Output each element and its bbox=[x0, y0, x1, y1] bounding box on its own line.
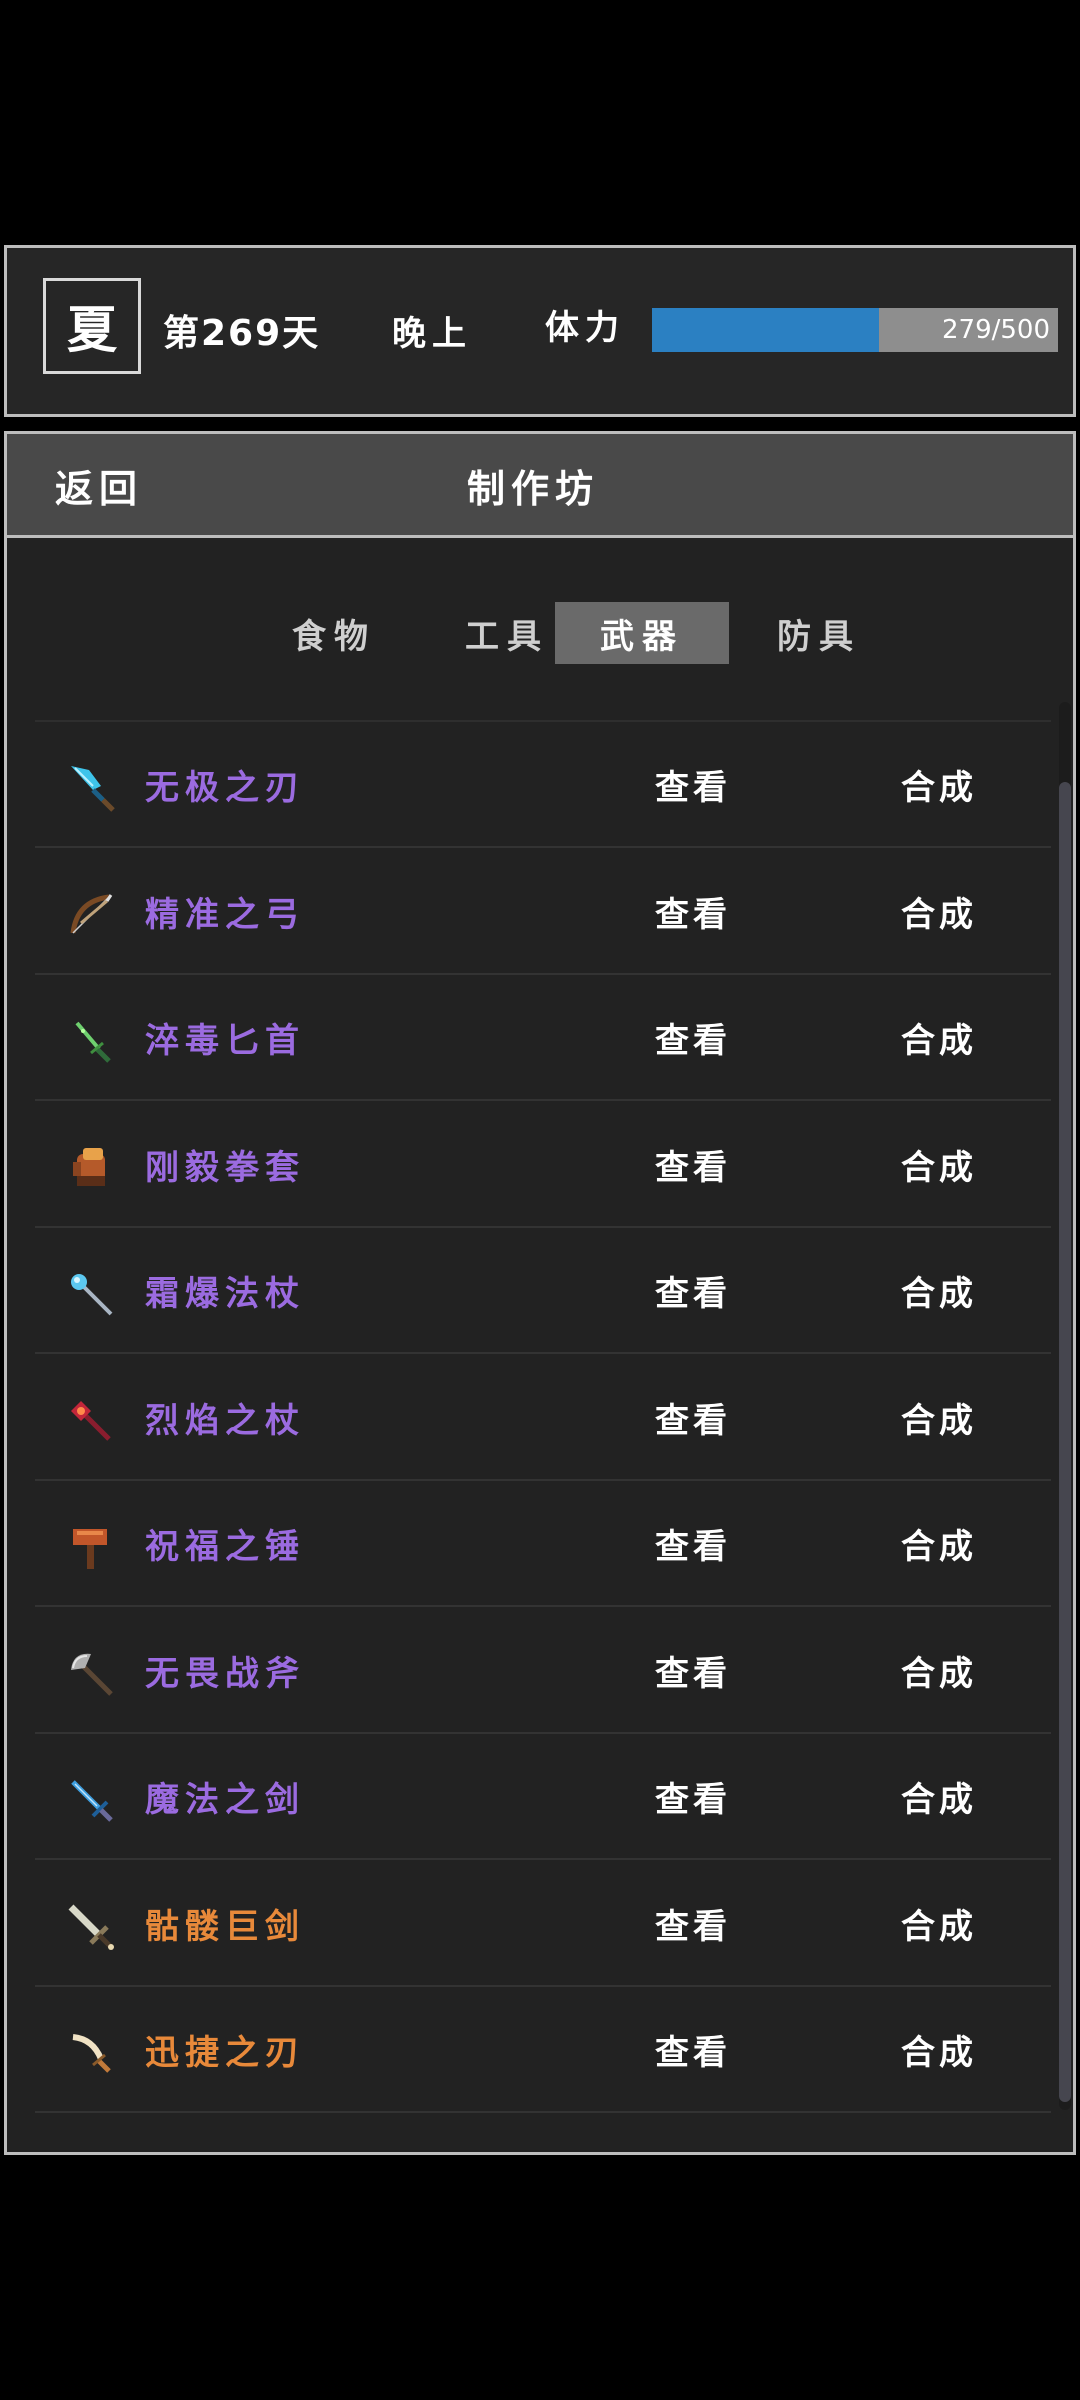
list-item: 骷髅巨剑 查看 合成 bbox=[35, 1861, 1051, 1987]
scrollbar[interactable] bbox=[1059, 702, 1071, 2110]
view-button[interactable]: 查看 bbox=[655, 1519, 731, 1568]
workshop-panel: 返回 制作坊 食物 工具 武器 防具 无极之刃 查看 合成 精准之弓 查看 合成 淬毒匕首查… bbox=[4, 431, 1076, 2155]
page-title: 制作坊 bbox=[467, 467, 600, 511]
status-panel: 夏 第269天 晚上 体力 279/500 bbox=[4, 245, 1076, 417]
workshop-header: 返回 制作坊 bbox=[7, 434, 1073, 538]
craft-button[interactable]: 合成 bbox=[901, 1140, 977, 1189]
magic-sword-icon bbox=[63, 1772, 119, 1828]
view-button[interactable]: 查看 bbox=[655, 1140, 731, 1189]
time-of-day: 晚上 bbox=[392, 314, 472, 354]
stamina-bar: 279/500 bbox=[652, 308, 1058, 352]
view-button[interactable]: 查看 bbox=[655, 2025, 731, 2074]
tab-armor[interactable]: 防具 bbox=[732, 602, 906, 664]
item-name: 骷髅巨剑 bbox=[145, 1906, 305, 1947]
craft-button[interactable]: 合成 bbox=[901, 1646, 977, 1695]
blue-blade-icon bbox=[63, 760, 119, 816]
category-tabs: 食物 工具 武器 防具 bbox=[7, 602, 1073, 664]
item-name: 烈焰之杖 bbox=[145, 1400, 305, 1441]
craft-button[interactable]: 合成 bbox=[901, 1772, 977, 1821]
view-button[interactable]: 查看 bbox=[655, 1013, 731, 1062]
stamina-value: 279/500 bbox=[941, 315, 1050, 345]
view-button[interactable]: 查看 bbox=[655, 760, 731, 809]
battle-axe-icon bbox=[63, 1646, 119, 1702]
item-name: 魔法之剑 bbox=[145, 1780, 305, 1820]
item-name: 迅捷之刃 bbox=[145, 2033, 305, 2073]
scrollbar-thumb[interactable] bbox=[1059, 782, 1071, 2102]
item-name: 无极之刃 bbox=[145, 768, 305, 808]
list-item: 无极之刃 查看 合成 bbox=[35, 722, 1051, 848]
bow-icon bbox=[63, 887, 119, 943]
stamina-label: 体力 bbox=[545, 308, 625, 348]
list-item: 精准之弓 查看 合成 bbox=[35, 849, 1051, 975]
tab-food[interactable]: 食物 bbox=[247, 602, 421, 664]
view-button[interactable]: 查看 bbox=[655, 887, 731, 936]
item-name: 霜爆法杖 bbox=[145, 1274, 305, 1314]
item-name: 淬毒匕首 bbox=[145, 1021, 305, 1061]
view-button[interactable]: 查看 bbox=[655, 1393, 731, 1442]
poison-dagger-icon bbox=[63, 1013, 119, 1069]
craft-button[interactable]: 合成 bbox=[901, 1266, 977, 1315]
list-item: 烈焰之杖 查看 合成 bbox=[35, 1355, 1051, 1481]
view-button[interactable]: 查看 bbox=[655, 1646, 731, 1695]
craft-button[interactable]: 合成 bbox=[901, 1519, 977, 1568]
stamina-bar-fill bbox=[652, 308, 879, 352]
item-name: 刚毅拳套 bbox=[145, 1147, 305, 1188]
list-item: 霜爆法杖 查看 合成 bbox=[35, 1228, 1051, 1354]
craft-button[interactable]: 合成 bbox=[901, 887, 977, 936]
flame-staff-icon bbox=[63, 1393, 119, 1449]
frost-staff-icon bbox=[63, 1266, 119, 1322]
craft-button[interactable]: 合成 bbox=[901, 760, 977, 809]
list-item: 迅捷之刃 查看 合成 bbox=[35, 1987, 1051, 2113]
list-item: 祝福之锤 查看 合成 bbox=[35, 1481, 1051, 1607]
item-name: 精准之弓 bbox=[145, 894, 305, 935]
season-indicator: 夏 bbox=[43, 278, 141, 374]
craft-button[interactable]: 合成 bbox=[901, 1899, 977, 1948]
gauntlet-icon bbox=[63, 1140, 119, 1196]
tab-weapons[interactable]: 武器 bbox=[555, 602, 729, 664]
day-counter: 第269天 bbox=[163, 313, 321, 354]
list-item: 无畏战斧 查看 合成 bbox=[35, 1608, 1051, 1734]
item-name: 祝福之锤 bbox=[145, 1527, 305, 1567]
swift-blade-icon bbox=[63, 2025, 119, 2081]
list-item: 魔法之剑 查看 合成 bbox=[35, 1734, 1051, 1860]
list-item: 刚毅拳套 查看 合成 bbox=[35, 1102, 1051, 1228]
view-button[interactable]: 查看 bbox=[655, 1772, 731, 1821]
list-item: 淬毒匕首 查看 合成 bbox=[35, 975, 1051, 1101]
view-button[interactable]: 查看 bbox=[655, 1266, 731, 1315]
back-button[interactable]: 返回 bbox=[55, 458, 143, 513]
craft-button[interactable]: 合成 bbox=[901, 1393, 977, 1442]
greatsword-icon bbox=[63, 1899, 119, 1955]
item-name: 无畏战斧 bbox=[145, 1653, 305, 1694]
view-button[interactable]: 查看 bbox=[655, 1899, 731, 1948]
hammer-icon bbox=[63, 1519, 119, 1575]
craft-button[interactable]: 合成 bbox=[901, 2025, 977, 2074]
craft-button[interactable]: 合成 bbox=[901, 1013, 977, 1062]
